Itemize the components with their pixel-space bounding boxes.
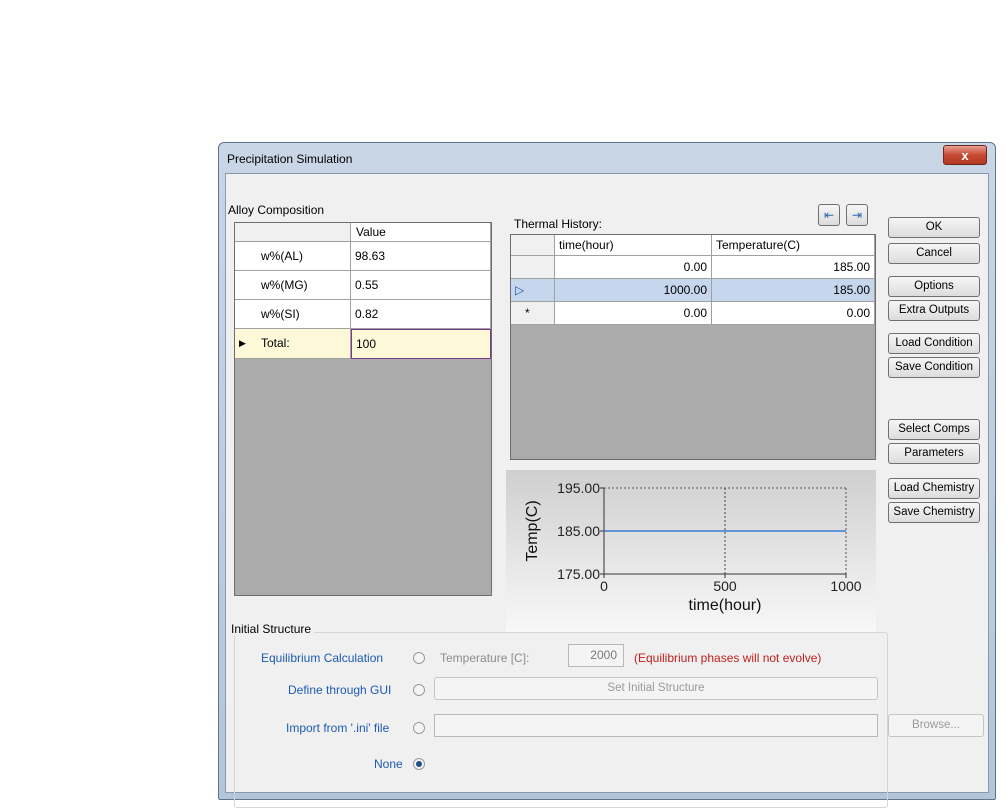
- precipitation-simulation-window: Precipitation Simulation x Alloy Composi…: [218, 142, 996, 808]
- time-cell[interactable]: 1000.00: [555, 279, 712, 302]
- import-table-icon[interactable]: ⇤: [818, 204, 840, 226]
- y-tick-label: 185.00: [557, 523, 600, 539]
- title-bar: Precipitation Simulation x: [219, 143, 995, 173]
- alloy-row-name: w%(AL): [235, 242, 351, 271]
- thermal-history-chart: 0 500 1000 195.00 185.00 175.00 time(hour) Temp…: [506, 470, 876, 632]
- time-cell[interactable]: 0.00: [555, 302, 712, 325]
- row-header[interactable]: [511, 256, 555, 279]
- window-title: Precipitation Simulation: [227, 152, 353, 166]
- value-column-header[interactable]: Value: [351, 223, 491, 242]
- close-button[interactable]: x: [943, 145, 987, 165]
- dialog-client-area: Alloy Composition Value w%(AL) 98.63 w%(…: [225, 173, 989, 808]
- browse-button[interactable]: Browse...: [888, 714, 984, 737]
- alloy-row-name: w%(SI): [235, 300, 351, 329]
- grid-corner-header: [511, 235, 555, 256]
- equilibrium-calculation-label[interactable]: Equilibrium Calculation: [261, 651, 383, 665]
- none-radio[interactable]: [413, 758, 425, 770]
- ini-file-path-input[interactable]: [434, 714, 878, 737]
- alloy-composition-label: Alloy Composition: [228, 203, 325, 217]
- alloy-value-cell[interactable]: 98.63: [351, 242, 491, 271]
- x-tick-label: 500: [713, 578, 737, 594]
- thermal-history-label: Thermal History:: [514, 217, 603, 231]
- x-tick-label: 0: [600, 578, 608, 594]
- load-chemistry-button[interactable]: Load Chemistry: [888, 478, 980, 499]
- thermal-history-grid[interactable]: time(hour) Temperature(C) 0.00 185.00 ▷ …: [510, 234, 876, 460]
- new-row-header[interactable]: *: [511, 302, 555, 325]
- alloy-value-cell[interactable]: 0.55: [351, 271, 491, 300]
- save-condition-button[interactable]: Save Condition: [888, 357, 980, 378]
- define-through-gui-label[interactable]: Define through GUI: [288, 683, 391, 697]
- total-value-cell[interactable]: 100: [351, 329, 491, 359]
- ok-button[interactable]: OK: [888, 217, 980, 238]
- equilibrium-warning: (Equilibrium phases will not evolve): [634, 651, 822, 665]
- none-label[interactable]: None: [374, 757, 403, 771]
- select-comps-button[interactable]: Select Comps: [888, 419, 980, 440]
- current-row-arrow-icon: ▶: [239, 338, 246, 348]
- temperature-column-header[interactable]: Temperature(C): [712, 235, 875, 256]
- options-button[interactable]: Options: [888, 276, 980, 297]
- export-table-icon[interactable]: ⇥: [846, 204, 868, 226]
- temperature-cell[interactable]: 185.00: [712, 256, 875, 279]
- initial-structure-label: Initial Structure: [228, 622, 315, 636]
- load-condition-button[interactable]: Load Condition: [888, 333, 980, 354]
- y-tick-label: 195.00: [557, 480, 600, 496]
- extra-outputs-button[interactable]: Extra Outputs: [888, 300, 980, 321]
- grid-corner-header: [235, 223, 351, 242]
- alloy-composition-grid[interactable]: Value w%(AL) 98.63 w%(MG) 0.55 w%(SI) 0.…: [234, 222, 492, 596]
- temperature-cell[interactable]: 185.00: [712, 279, 875, 302]
- import-ini-file-label[interactable]: Import from '.ini' file: [286, 721, 389, 735]
- time-cell[interactable]: 0.00: [555, 256, 712, 279]
- cancel-button[interactable]: Cancel: [888, 243, 980, 264]
- set-initial-structure-button[interactable]: Set Initial Structure: [434, 677, 878, 700]
- temperature-input[interactable]: 2000: [568, 644, 624, 667]
- define-through-gui-radio[interactable]: [413, 684, 425, 696]
- temperature-cell[interactable]: 0.00: [712, 302, 875, 325]
- alloy-row-name: w%(MG): [235, 271, 351, 300]
- alloy-value-cell[interactable]: 0.82: [351, 300, 491, 329]
- total-row-name: Total:: [235, 329, 351, 359]
- x-axis-label: time(hour): [689, 597, 762, 614]
- x-tick-label: 1000: [830, 578, 861, 594]
- equilibrium-calculation-radio[interactable]: [413, 652, 425, 664]
- y-tick-label: 175.00: [557, 566, 600, 582]
- parameters-button[interactable]: Parameters: [888, 443, 980, 464]
- temperature-label: Temperature [C]:: [440, 651, 530, 665]
- y-axis-label: Temp(C): [524, 500, 541, 561]
- selected-row-header[interactable]: ▷: [511, 279, 555, 302]
- import-ini-file-radio[interactable]: [413, 722, 425, 734]
- save-chemistry-button[interactable]: Save Chemistry: [888, 502, 980, 523]
- time-column-header[interactable]: time(hour): [555, 235, 712, 256]
